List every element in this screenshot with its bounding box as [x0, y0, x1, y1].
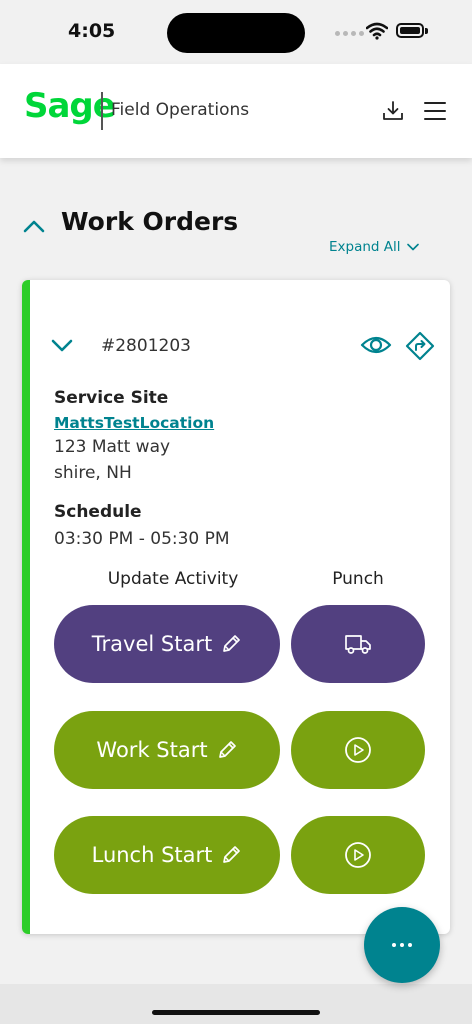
card-status-accent	[22, 280, 30, 934]
schedule-label: Schedule	[54, 502, 142, 522]
home-indicator[interactable]	[152, 1010, 320, 1015]
play-circle-icon	[345, 737, 371, 763]
card-chevron-down-icon[interactable]	[50, 338, 74, 354]
edit-pencil-icon	[223, 846, 241, 863]
travel-start-button[interactable]: Travel Start	[54, 605, 280, 683]
app-title: Field Operations	[111, 100, 250, 120]
wifi-icon	[366, 22, 388, 40]
edit-pencil-icon	[223, 635, 241, 652]
travel-punch-button[interactable]	[291, 605, 425, 683]
status-time: 4:05	[68, 20, 116, 42]
update-activity-header: Update Activity	[107, 569, 239, 589]
status-bar: 4:05	[0, 0, 472, 64]
more-dots-icon	[392, 943, 412, 947]
directions-icon[interactable]	[405, 331, 435, 361]
battery-icon	[396, 23, 424, 38]
download-icon[interactable]	[382, 100, 404, 122]
schedule-value: 03:30 PM - 05:30 PM	[54, 529, 230, 549]
logo-divider	[101, 92, 103, 130]
bottom-bar	[0, 984, 472, 1024]
expand-all-button[interactable]: Expand All	[329, 239, 419, 255]
lunch-punch-button[interactable]	[291, 816, 425, 894]
collapse-chevron-up-icon[interactable]	[22, 218, 46, 234]
lunch-start-button[interactable]: Lunch Start	[54, 816, 280, 894]
truck-icon	[345, 635, 371, 654]
service-site-label: Service Site	[54, 388, 169, 408]
travel-start-label: Travel Start	[91, 632, 213, 656]
address-line-2: shire, NH	[54, 463, 132, 483]
section-title: Work Orders	[61, 207, 239, 236]
chevron-down-icon	[406, 243, 419, 251]
cellular-signal-icon	[335, 31, 364, 36]
work-start-button[interactable]: Work Start	[54, 711, 280, 789]
expand-all-label: Expand All	[329, 239, 401, 255]
lunch-start-label: Lunch Start	[91, 843, 213, 867]
play-circle-icon	[345, 842, 371, 868]
work-punch-button[interactable]	[291, 711, 425, 789]
hamburger-menu-icon[interactable]	[423, 100, 447, 122]
work-start-label: Work Start	[96, 738, 208, 762]
work-order-number: #2801203	[101, 336, 191, 356]
more-actions-fab[interactable]	[364, 907, 440, 983]
view-eye-icon[interactable]	[360, 332, 392, 358]
punch-header: Punch	[332, 569, 384, 589]
app-header: Sage Field Operations	[0, 64, 472, 158]
work-order-card: #2801203 Service Site MattsTestLocation …	[22, 280, 450, 934]
edit-pencil-icon	[218, 741, 236, 758]
dynamic-island	[167, 13, 305, 53]
address-line-1: 123 Matt way	[54, 437, 171, 457]
location-link[interactable]: MattsTestLocation	[54, 414, 214, 432]
